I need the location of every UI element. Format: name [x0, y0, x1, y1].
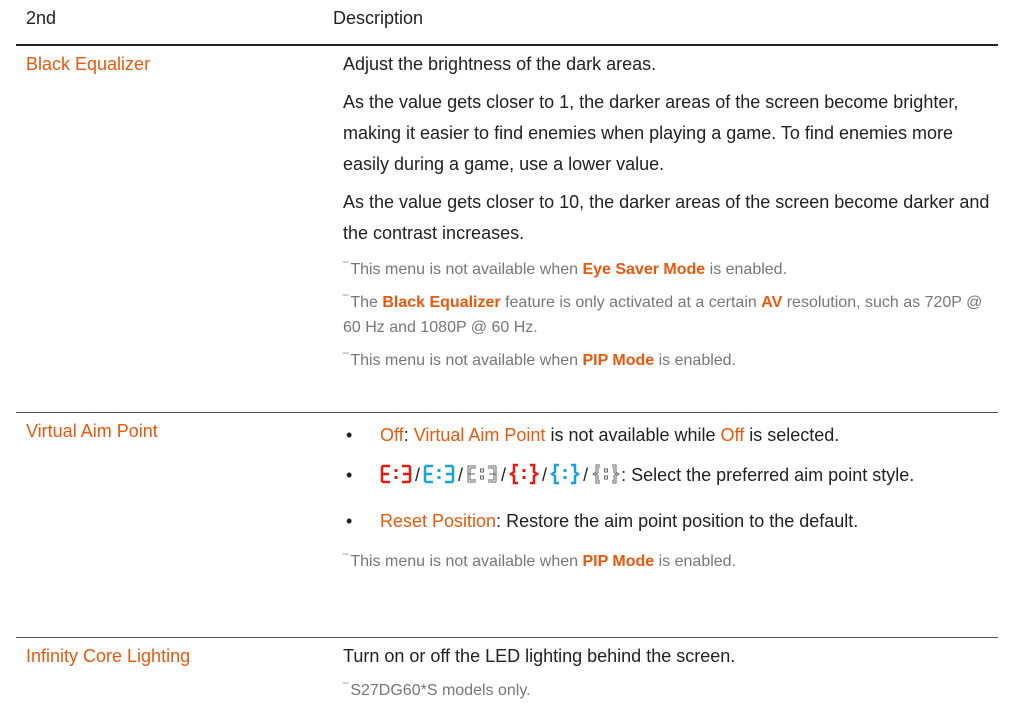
table-header: 2nd Description	[16, 0, 998, 46]
row-description-virtual-aim-point: • Off: Virtual Aim Point is not available…	[343, 421, 993, 574]
aim-square-grey-icon	[466, 463, 498, 493]
aim-style-icons: / / / / /	[380, 463, 621, 485]
note-pip-mode: ‾ This menu is not available when PIP Mod…	[343, 352, 737, 369]
bullet-dot: •	[346, 511, 353, 531]
aim-bracket-grey-icon	[591, 463, 621, 493]
header-col-2nd: 2nd	[26, 8, 57, 28]
slash-separator: /	[458, 465, 464, 485]
paragraph-led-lighting: Turn on or off the LED lighting behind t…	[343, 646, 736, 666]
table-row-virtual-aim-point: Virtual Aim Point • Off: Virtual Aim Poin…	[16, 413, 998, 638]
slash-separator: /	[542, 465, 548, 485]
slash-separator: /	[583, 465, 589, 485]
note-eye-saver: ‾ This menu is not available when Eye Sav…	[343, 261, 788, 278]
bullet-reset-position: • Reset Position: Restore the aim point p…	[343, 507, 993, 535]
bullet-dot: •	[346, 425, 353, 445]
note-pip-mode-2: ‾ This menu is not available when PIP Mod…	[343, 553, 737, 570]
row-label-virtual-aim-point: Virtual Aim Point	[26, 421, 158, 441]
spec-table: 2nd Description Black Equalizer Adjust t…	[0, 0, 1013, 714]
aim-bracket-blue-icon	[549, 463, 581, 493]
table-row-black-equalizer: Black Equalizer Adjust the brightness of…	[16, 46, 998, 413]
aim-square-red-icon	[380, 463, 412, 493]
row-description-infinity-core-lighting: Turn on or off the LED lighting behind t…	[343, 641, 993, 703]
row-label-black-equalizer: Black Equalizer	[26, 54, 151, 74]
row-label-infinity-core-lighting: Infinity Core Lighting	[26, 646, 191, 666]
bullet-dot: •	[346, 465, 353, 485]
note-av-resolution: ‾ The Black Equalizer feature is only act…	[343, 294, 983, 336]
header-col-description: Description	[333, 8, 424, 28]
aim-square-blue-icon	[423, 463, 455, 493]
slash-separator: /	[501, 465, 507, 485]
paragraph-closer-to-1: As the value gets closer to 1, the darke…	[343, 92, 959, 174]
bullet-off: • Off: Virtual Aim Point is not available…	[343, 421, 993, 449]
paragraph-closer-to-10: As the value gets closer to 10, the dark…	[343, 192, 990, 243]
slash-separator: /	[415, 465, 421, 485]
row-description-black-equalizer: Adjust the brightness of the dark areas.…	[343, 49, 993, 373]
bullet-aim-styles: • / / / / /: Select the preferred aim point s…	[343, 461, 993, 493]
aim-bracket-red-icon	[508, 463, 540, 493]
note-models-only: ‾ S27DG60*S models only.	[343, 682, 531, 699]
paragraph-adjust: Adjust the brightness of the dark areas.	[343, 54, 657, 74]
table-row-infinity-core-lighting: Infinity Core Lighting Turn on or off th…	[16, 638, 998, 714]
